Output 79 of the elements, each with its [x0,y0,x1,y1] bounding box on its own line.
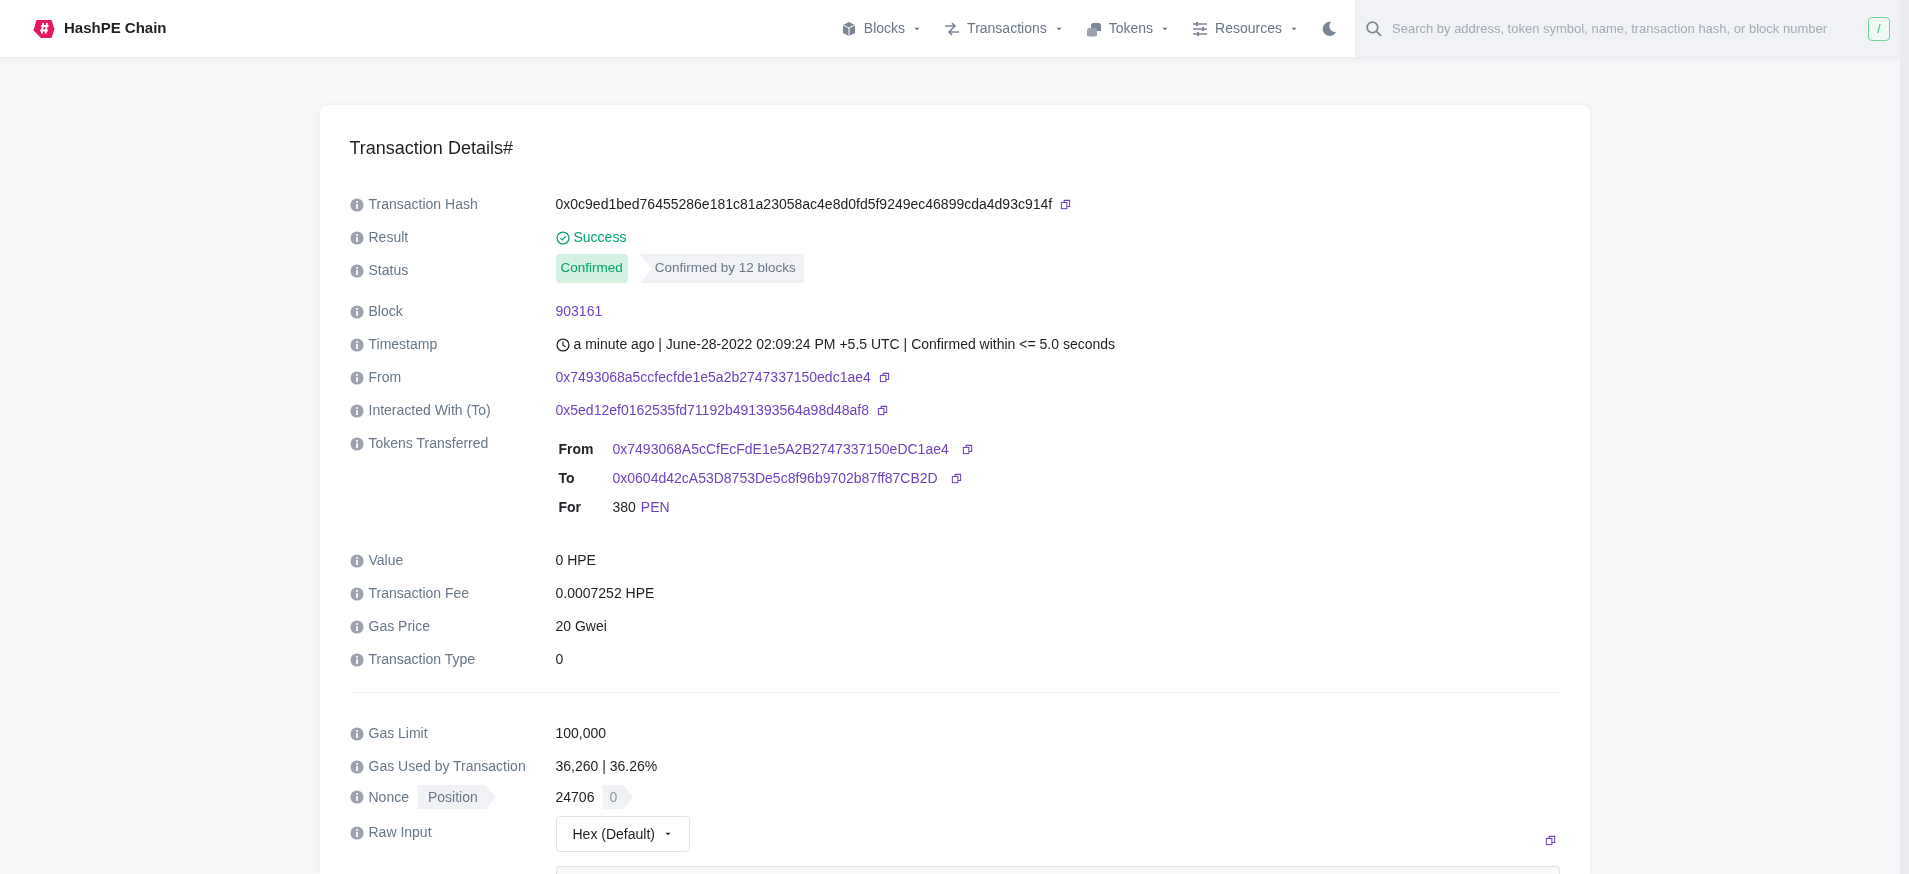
token-amount: 380 [612,498,636,517]
position-tag: 0 [602,785,634,809]
field-value: 24706 [555,787,595,807]
transfer-label: To [557,469,576,488]
field-label: Value [368,551,404,570]
confirmed-badge: Confirmed [555,254,628,283]
field-value: 20 Gwei [555,617,607,636]
info-icon [349,652,364,667]
transfer-label: For [557,498,583,517]
address-link[interactable]: 0x5ed12ef0162535fd71192b491393564a98d48af8 [555,400,869,421]
copy-icon[interactable] [1060,199,1072,210]
field-label: Interacted With (To) [368,401,491,420]
info-icon [349,197,364,212]
field-label: Raw Input [368,823,432,842]
info-icon [349,759,364,774]
field-label: Nonce [368,787,409,807]
info-icon [349,337,364,352]
field-label: Block [368,302,403,321]
info-icon [349,403,364,418]
info-icon [349,230,364,245]
info-icon [349,436,364,451]
search-icon [1365,20,1382,37]
field-value: 0.0007252 HPE [555,584,655,603]
info-icon [349,619,364,634]
field-label: Transaction Fee [368,584,470,603]
info-icon [349,586,364,601]
field-label: Gas Used by Transaction [368,757,526,776]
timestamp-value: a minute ago | June-28-2022 02:09:24 PM +5.5 UTC | Confirmed within <= 5.0 seconds [573,335,1116,354]
field-value: 0 HPE [555,551,596,570]
field-value: 0x0c9ed1bed76455286e181c81a23058ac4e8d0fd5f9249ec46899cda4d93c914f [555,195,1053,214]
address-link[interactable]: 903161 [555,301,603,322]
cube-icon [840,20,857,37]
field-value: 100,000 [555,724,607,743]
info-icon [349,370,364,385]
nav-menu-button[interactable]: Tokens [1085,18,1171,39]
info-icon [349,726,364,741]
nav-menu-button[interactable]: Transactions [944,18,1064,39]
field-label: Transaction Type [368,650,476,669]
address-link[interactable]: 0x0604d42cA53D8753De5c8f96b9702b87ff87CB2D [612,468,938,489]
copy-icon[interactable] [961,444,973,455]
field-value: 36,260 | 36.26% [555,757,658,776]
confirmations-tag: Confirmed by 12 blocks [639,254,804,283]
info-icon [349,790,364,804]
copy-icon[interactable] [950,473,962,484]
sliders-icon [1192,20,1209,37]
field-value: 0 [555,650,564,669]
field-label: Gas Price [368,617,430,636]
search-field[interactable]: Search by address, token symbol, name, transaction hash, or block number [1392,18,1858,39]
copy-icon[interactable] [878,372,890,383]
moon-icon[interactable] [1321,20,1337,37]
field-label: Result [368,228,409,247]
card-title: Transaction Details# [349,137,514,160]
result-status: Success [555,227,627,248]
address-link[interactable]: 0x7493068A5cCfEcFdE1e5A2B2747337150eDC1ae4 [612,439,949,460]
copy-icon[interactable] [1544,835,1556,846]
brand-link[interactable]: HashPE Chain [64,17,167,40]
format-dropdown[interactable]: Hex (Default) [555,816,690,852]
field-label: Tokens Transferred [368,434,489,453]
copy-icon[interactable] [877,405,888,416]
field-label: Gas Limit [368,724,428,743]
field-label: Timestamp [368,335,438,354]
position-tag: Position [417,785,496,809]
info-icon [349,304,364,319]
transfer-label: From [557,440,595,459]
nav-menu-button[interactable]: Resources [1192,18,1299,39]
arrows-icon [944,20,961,37]
field-label: From [368,368,402,387]
field-label: Status [368,261,409,280]
info-icon [349,825,364,840]
coins-icon [1085,20,1102,37]
field-label: Transaction Hash [368,195,478,214]
nav-menu-button[interactable]: Blocks [840,18,923,39]
address-link[interactable]: 0x7493068a5ccfecfde1e5a2b2747337150edc1ae4 [555,367,871,388]
token-link[interactable]: PEN [640,497,670,518]
clock-icon [555,337,570,352]
info-icon [349,553,364,568]
info-icon [349,263,364,278]
shortcut-key: / [1868,16,1890,41]
check-circle-icon [555,230,570,245]
